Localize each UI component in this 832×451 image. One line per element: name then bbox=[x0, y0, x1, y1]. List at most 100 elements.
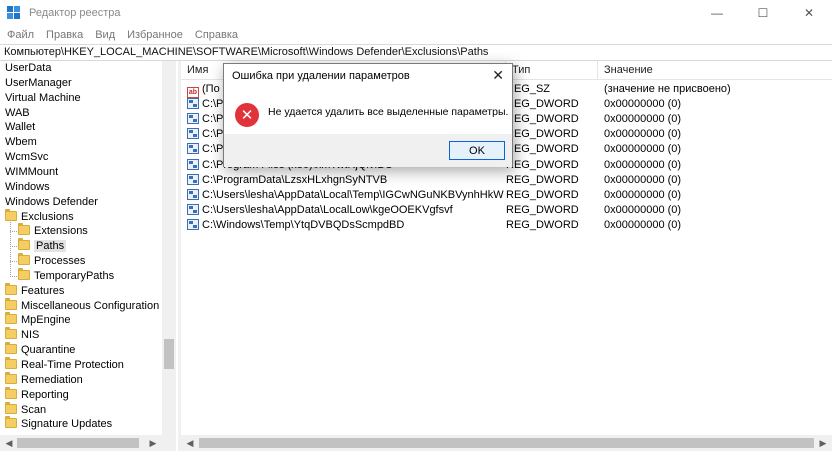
tree-item-label: WAB bbox=[5, 106, 30, 119]
tree-item[interactable]: TemporaryPaths bbox=[18, 267, 114, 284]
tree-item-label: UserManager bbox=[5, 76, 72, 89]
folder-icon bbox=[5, 371, 17, 384]
tree-vertical-scrollbar[interactable] bbox=[162, 61, 176, 435]
tree-item[interactable]: WcmSvc bbox=[5, 150, 48, 165]
tree-item-label: NIS bbox=[21, 329, 40, 342]
list-horizontal-scroll-thumb[interactable] bbox=[199, 438, 814, 448]
value-type-cell: REG_DWORD bbox=[506, 158, 579, 171]
menu-help[interactable]: Справка bbox=[189, 29, 244, 41]
tree-horizontal-scrollbar[interactable]: ◀ ▶ bbox=[0, 435, 176, 451]
value-data-cell: 0x00000000 (0) bbox=[604, 203, 682, 216]
value-data-cell: 0x00000000 (0) bbox=[604, 143, 682, 156]
tree-item[interactable]: Paths bbox=[18, 238, 67, 254]
value-data-cell: 0x00000000 (0) bbox=[604, 158, 682, 171]
tree-item-label: MpEngine bbox=[21, 314, 71, 327]
list-row[interactable]: C:\Users\lesha\AppData\LocalLow\kgeOOEKV… bbox=[181, 203, 832, 218]
tree-item-label: UserData bbox=[5, 62, 52, 74]
reg-binary-icon bbox=[187, 113, 199, 125]
dialog-close-button[interactable]: ✕ bbox=[492, 67, 504, 84]
value-type-cell: REG_DWORD bbox=[506, 113, 579, 126]
tree-item[interactable]: Features bbox=[5, 282, 65, 299]
reg-binary-icon bbox=[187, 203, 199, 215]
value-type-cell: REG_DWORD bbox=[506, 188, 579, 201]
value-type-cell: REG_DWORD bbox=[506, 203, 579, 216]
tree-vertical-scroll-thumb[interactable] bbox=[164, 339, 174, 369]
tree-item[interactable]: Reporting bbox=[5, 386, 69, 403]
tree-item[interactable]: UserManager bbox=[5, 76, 72, 91]
tree-item-label: Remediation bbox=[21, 373, 83, 386]
column-header-type[interactable]: Тип bbox=[506, 61, 598, 80]
tree-item-label: Reporting bbox=[21, 388, 69, 401]
tree-item[interactable]: Scan bbox=[5, 401, 47, 418]
reg-binary-icon bbox=[187, 128, 199, 140]
ok-button[interactable]: OK bbox=[449, 141, 505, 160]
scroll-left-arrow-icon[interactable]: ◀ bbox=[2, 436, 16, 450]
tree-item-label: Paths bbox=[34, 240, 67, 253]
tree-item-label: Exclusions bbox=[21, 210, 74, 223]
tree-horizontal-scroll-thumb[interactable] bbox=[17, 438, 139, 448]
tree-item[interactable]: Miscellaneous Configuration bbox=[5, 297, 159, 314]
scroll-right-arrow-icon[interactable]: ▶ bbox=[816, 436, 830, 450]
tree-item[interactable]: Wallet bbox=[5, 120, 35, 135]
menu-favorites[interactable]: Избранное bbox=[121, 29, 189, 41]
address-bar[interactable]: Компьютер\HKEY_LOCAL_MACHINE\SOFTWARE\Mi… bbox=[0, 44, 832, 61]
value-type-cell: REG_DWORD bbox=[506, 128, 579, 141]
tree-item[interactable]: Real-Time Protection bbox=[5, 357, 124, 373]
reg-binary-icon bbox=[187, 98, 199, 110]
folder-icon bbox=[18, 253, 30, 266]
scroll-left-arrow-icon[interactable]: ◀ bbox=[183, 436, 197, 450]
tree-item-label: WIMMount bbox=[5, 165, 59, 178]
list-row[interactable]: C:\Windows\Temp\YtqDVBQDsScmpdBD REG_DWOR… bbox=[181, 218, 832, 233]
tree-item[interactable]: MpEngine bbox=[5, 312, 71, 328]
value-data-cell: 0x00000000 (0) bbox=[604, 218, 682, 231]
folder-icon bbox=[18, 223, 30, 236]
tree-item[interactable]: NIS bbox=[5, 327, 40, 343]
tree-connector-line bbox=[10, 246, 17, 248]
tree-item[interactable]: WAB bbox=[5, 106, 30, 121]
list-row[interactable]: C:\Users\lesha\AppData\Local\Temp\IGCwNG… bbox=[181, 188, 832, 203]
tree-item[interactable]: Windows bbox=[5, 180, 50, 195]
tree-item[interactable]: Signature Updates bbox=[5, 416, 113, 432]
tree-item-label: Scan bbox=[21, 403, 47, 416]
menu-file[interactable]: Файл bbox=[1, 29, 40, 41]
close-window-button[interactable]: ✕ bbox=[786, 0, 832, 25]
value-name-cell: C:\Users\lesha\AppData\LocalLow\kgeOOEKV… bbox=[187, 203, 453, 218]
tree-item[interactable]: Virtual Machine bbox=[5, 91, 81, 106]
scroll-right-arrow-icon[interactable]: ▶ bbox=[146, 436, 160, 450]
folder-icon bbox=[5, 386, 17, 399]
tree-item[interactable]: UserData bbox=[5, 61, 51, 76]
list-row[interactable]: C:\ProgramData\LzsxHLxhgnSyNTVB REG_DWORD… bbox=[181, 173, 832, 188]
tree-item[interactable]: Quarantine bbox=[5, 342, 75, 358]
tree-item[interactable]: Processes bbox=[18, 253, 86, 269]
dialog-title: Ошибка при удалении параметров bbox=[232, 70, 410, 82]
key-tree: UserData UserManager Virtual Machine WAB Wal… bbox=[0, 61, 176, 435]
value-type-cell: REG_DWORD bbox=[506, 143, 579, 156]
tree-item-label: Wbem bbox=[5, 136, 37, 149]
tree-item-label: Processes bbox=[34, 255, 86, 268]
menu-view[interactable]: Вид bbox=[89, 29, 121, 41]
tree-item[interactable]: Extensions bbox=[18, 223, 88, 239]
tree-item[interactable]: Wbem bbox=[5, 135, 37, 150]
column-header-value[interactable]: Значение bbox=[598, 61, 832, 80]
value-type-cell: REG_DWORD bbox=[506, 218, 579, 231]
value-type-cell: REG_DWORD bbox=[506, 98, 579, 111]
value-data-cell: 0x00000000 (0) bbox=[604, 113, 682, 126]
value-data-cell: 0x00000000 (0) bbox=[604, 128, 682, 141]
value-data-cell: 0x00000000 (0) bbox=[604, 98, 682, 111]
folder-icon bbox=[5, 357, 17, 369]
folder-icon bbox=[5, 342, 17, 355]
maximize-button[interactable]: ☐ bbox=[740, 0, 786, 25]
tree-item[interactable]: Windows Defender bbox=[5, 195, 98, 210]
tree-item[interactable]: WIMMount bbox=[5, 165, 58, 180]
tree-item-label: Virtual Machine bbox=[5, 91, 81, 104]
list-horizontal-scrollbar[interactable]: ◀ ▶ bbox=[181, 435, 832, 451]
tree-item[interactable]: Remediation bbox=[5, 371, 83, 388]
tree-item[interactable]: Exclusions bbox=[5, 208, 74, 225]
minimize-button[interactable]: — bbox=[694, 0, 740, 25]
tree-item-label: Signature Updates bbox=[21, 418, 113, 431]
menu-edit[interactable]: Правка bbox=[40, 29, 89, 41]
value-name-text: C:\Windows\Temp\YtqDVBQDsScmpdBD bbox=[202, 218, 405, 231]
tree-item-label: Features bbox=[21, 284, 65, 297]
tree-item-label: Wallet bbox=[5, 121, 36, 134]
value-name-text: C:\Users\lesha\AppData\Local\Temp\IGCwNG… bbox=[202, 188, 504, 201]
